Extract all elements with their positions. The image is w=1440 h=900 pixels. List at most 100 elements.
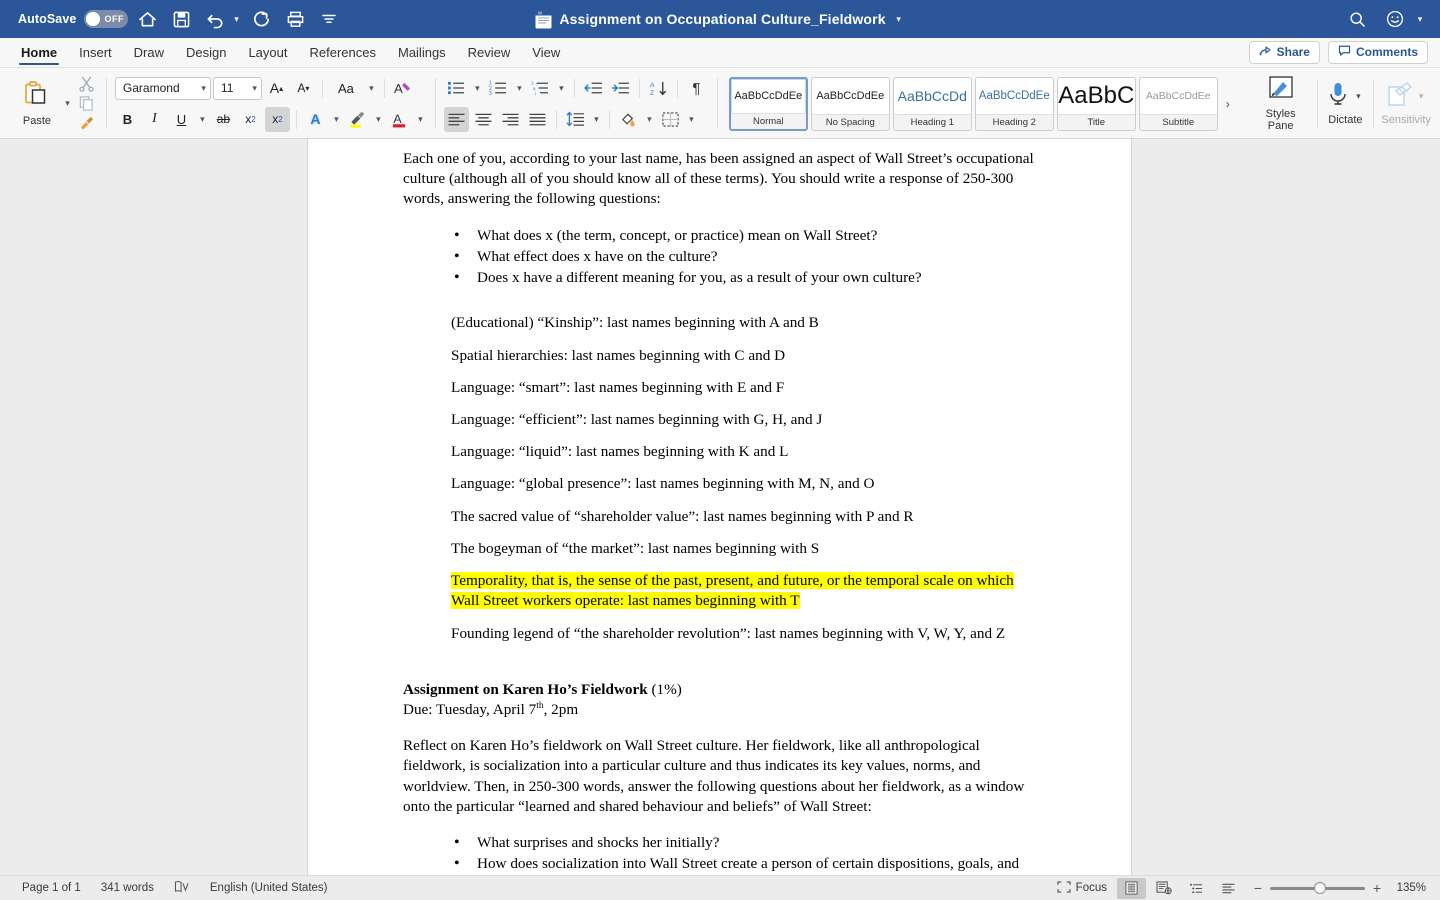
save-icon[interactable]	[166, 4, 196, 34]
underline-chevron-down-icon[interactable]: ▾	[196, 107, 209, 132]
copy-icon[interactable]	[74, 94, 98, 113]
change-case-button[interactable]: Aa	[329, 76, 363, 101]
customize-toolbar-icon[interactable]	[314, 4, 344, 34]
style-heading-2[interactable]: AaBbCcDdEe Heading 2	[974, 76, 1054, 131]
subscript-button[interactable]: x2	[238, 107, 263, 132]
zoom-level[interactable]: 135%	[1392, 882, 1426, 894]
bullets-chevron-down-icon[interactable]: ▾	[471, 76, 484, 101]
paste-button[interactable]: Paste	[13, 72, 61, 136]
sort-icon[interactable]: AZ	[646, 76, 671, 101]
line-spacing-chevron-down-icon[interactable]: ▾	[590, 107, 603, 132]
style-normal[interactable]: AaBbCcDdEe Normal	[728, 76, 808, 131]
borders-icon[interactable]	[658, 107, 683, 132]
tab-home[interactable]: Home	[10, 37, 68, 67]
decrease-indent-icon[interactable]	[581, 76, 606, 101]
cut-icon[interactable]	[74, 74, 98, 93]
multilevel-chevron-down-icon[interactable]: ▾	[555, 76, 568, 101]
increase-indent-icon[interactable]	[608, 76, 633, 101]
tab-design[interactable]: Design	[175, 37, 237, 67]
text-effects-chevron-down-icon[interactable]: ▾	[330, 107, 343, 132]
account-chevron-down-icon[interactable]: ▾	[1414, 14, 1426, 25]
redo-icon[interactable]	[246, 4, 276, 34]
align-left-icon[interactable]	[443, 106, 469, 132]
word-count[interactable]: 341 words	[101, 882, 154, 894]
superscript-button[interactable]: x2	[264, 106, 290, 132]
shading-icon[interactable]	[616, 107, 641, 132]
font-color-chevron-down-icon[interactable]: ▾	[414, 107, 427, 132]
dictate-button[interactable]: ▾ Dictate	[1320, 71, 1370, 137]
undo-chevron-down-icon[interactable]: ▾	[230, 14, 242, 25]
bullets-icon[interactable]	[444, 76, 469, 101]
style-subtitle[interactable]: AaBbCcDdEe Subtitle	[1138, 76, 1218, 131]
tab-draw[interactable]: Draw	[123, 37, 175, 67]
language-indicator[interactable]: English (United States)	[210, 882, 328, 894]
page-count[interactable]: Page 1 of 1	[22, 882, 81, 894]
proofing-icon[interactable]	[174, 880, 190, 897]
styles-gallery-more-button[interactable]: ›	[1221, 97, 1235, 111]
tab-insert[interactable]: Insert	[68, 37, 123, 67]
grow-font-button[interactable]: A ▴	[264, 76, 289, 101]
focus-button[interactable]: Focus	[1050, 878, 1114, 899]
zoom-in-button[interactable]: +	[1371, 880, 1383, 896]
style-no-spacing[interactable]: AaBbCcDdEe No Spacing	[810, 76, 890, 131]
undo-icon[interactable]	[200, 4, 230, 34]
borders-chevron-down-icon[interactable]: ▾	[685, 107, 698, 132]
autosave-toggle[interactable]: OFF	[84, 10, 129, 28]
style-heading-1-label: Heading 1	[893, 113, 971, 130]
text-effects-button[interactable]: A	[303, 107, 328, 132]
strikethrough-button[interactable]: ab	[211, 107, 236, 132]
sensitivity-chevron-down-icon[interactable]: ▾	[1415, 84, 1428, 109]
paste-chevron-down-icon[interactable]: ▾	[61, 91, 74, 116]
tab-references[interactable]: References	[299, 37, 387, 67]
zoom-slider[interactable]: − +	[1246, 880, 1389, 896]
comments-button[interactable]: Comments	[1327, 40, 1428, 64]
search-icon[interactable]	[1342, 4, 1372, 34]
justify-icon[interactable]	[525, 107, 550, 132]
dictate-chevron-down-icon[interactable]: ▾	[1352, 84, 1365, 109]
zoom-track[interactable]	[1270, 882, 1365, 894]
numbering-icon[interactable]: 123	[486, 76, 511, 101]
zoom-knob[interactable]	[1314, 882, 1327, 894]
shading-chevron-down-icon[interactable]: ▾	[643, 107, 656, 132]
draft-icon[interactable]	[1214, 878, 1243, 899]
font-size-combobox[interactable]: 11 ▾	[212, 76, 262, 100]
line-spacing-icon[interactable]	[563, 107, 588, 132]
align-right-icon[interactable]	[498, 107, 523, 132]
print-layout-icon[interactable]	[1117, 877, 1146, 899]
highlight-chevron-down-icon[interactable]: ▾	[372, 107, 385, 132]
show-formatting-marks-icon[interactable]: ¶	[684, 76, 709, 101]
title-chevron-down-icon[interactable]: ▾	[893, 14, 905, 25]
highlight-color-button[interactable]	[345, 107, 370, 132]
web-layout-icon[interactable]	[1149, 878, 1179, 899]
italic-button[interactable]: I	[142, 107, 167, 132]
bold-button[interactable]: B	[115, 107, 140, 132]
font-name-combobox[interactable]: Garamond ▾	[114, 76, 211, 100]
tab-view[interactable]: View	[521, 37, 571, 67]
tab-layout[interactable]: Layout	[237, 37, 298, 67]
account-icon[interactable]	[1380, 4, 1410, 34]
change-case-chevron-down-icon[interactable]: ▾	[365, 76, 378, 101]
styles-pane-button[interactable]: Styles Pane	[1248, 71, 1314, 137]
document-page[interactable]: Each one of you, according to your last …	[308, 139, 1131, 875]
share-button[interactable]: Share	[1248, 40, 1320, 64]
zoom-out-button[interactable]: −	[1252, 880, 1264, 896]
underline-button[interactable]: U	[169, 107, 194, 132]
format-painter-icon[interactable]	[74, 114, 98, 133]
align-center-icon[interactable]	[471, 107, 496, 132]
title-bar: AutoSave OFF ▾ W Assignment on Occupatio…	[0, 0, 1440, 38]
shrink-font-button[interactable]: A ▾	[291, 76, 316, 101]
font-color-button[interactable]: A	[387, 107, 412, 132]
multilevel-list-icon[interactable]: 1ai	[528, 76, 553, 101]
document-canvas[interactable]: Each one of you, according to your last …	[0, 139, 1440, 875]
grow-font-label: A	[269, 80, 280, 96]
tab-review[interactable]: Review	[457, 37, 522, 67]
sensitivity-button[interactable]: ▾ Sensitivity	[1377, 71, 1435, 137]
tab-mailings[interactable]: Mailings	[387, 37, 457, 67]
clear-formatting-icon[interactable]: A	[391, 76, 416, 101]
print-icon[interactable]	[280, 4, 310, 34]
outline-icon[interactable]	[1182, 878, 1211, 899]
numbering-chevron-down-icon[interactable]: ▾	[513, 76, 526, 101]
style-heading-1[interactable]: AaBbCcDd Heading 1	[892, 76, 972, 131]
home-icon[interactable]	[132, 4, 162, 34]
style-title[interactable]: AaBbC Title	[1056, 76, 1136, 131]
